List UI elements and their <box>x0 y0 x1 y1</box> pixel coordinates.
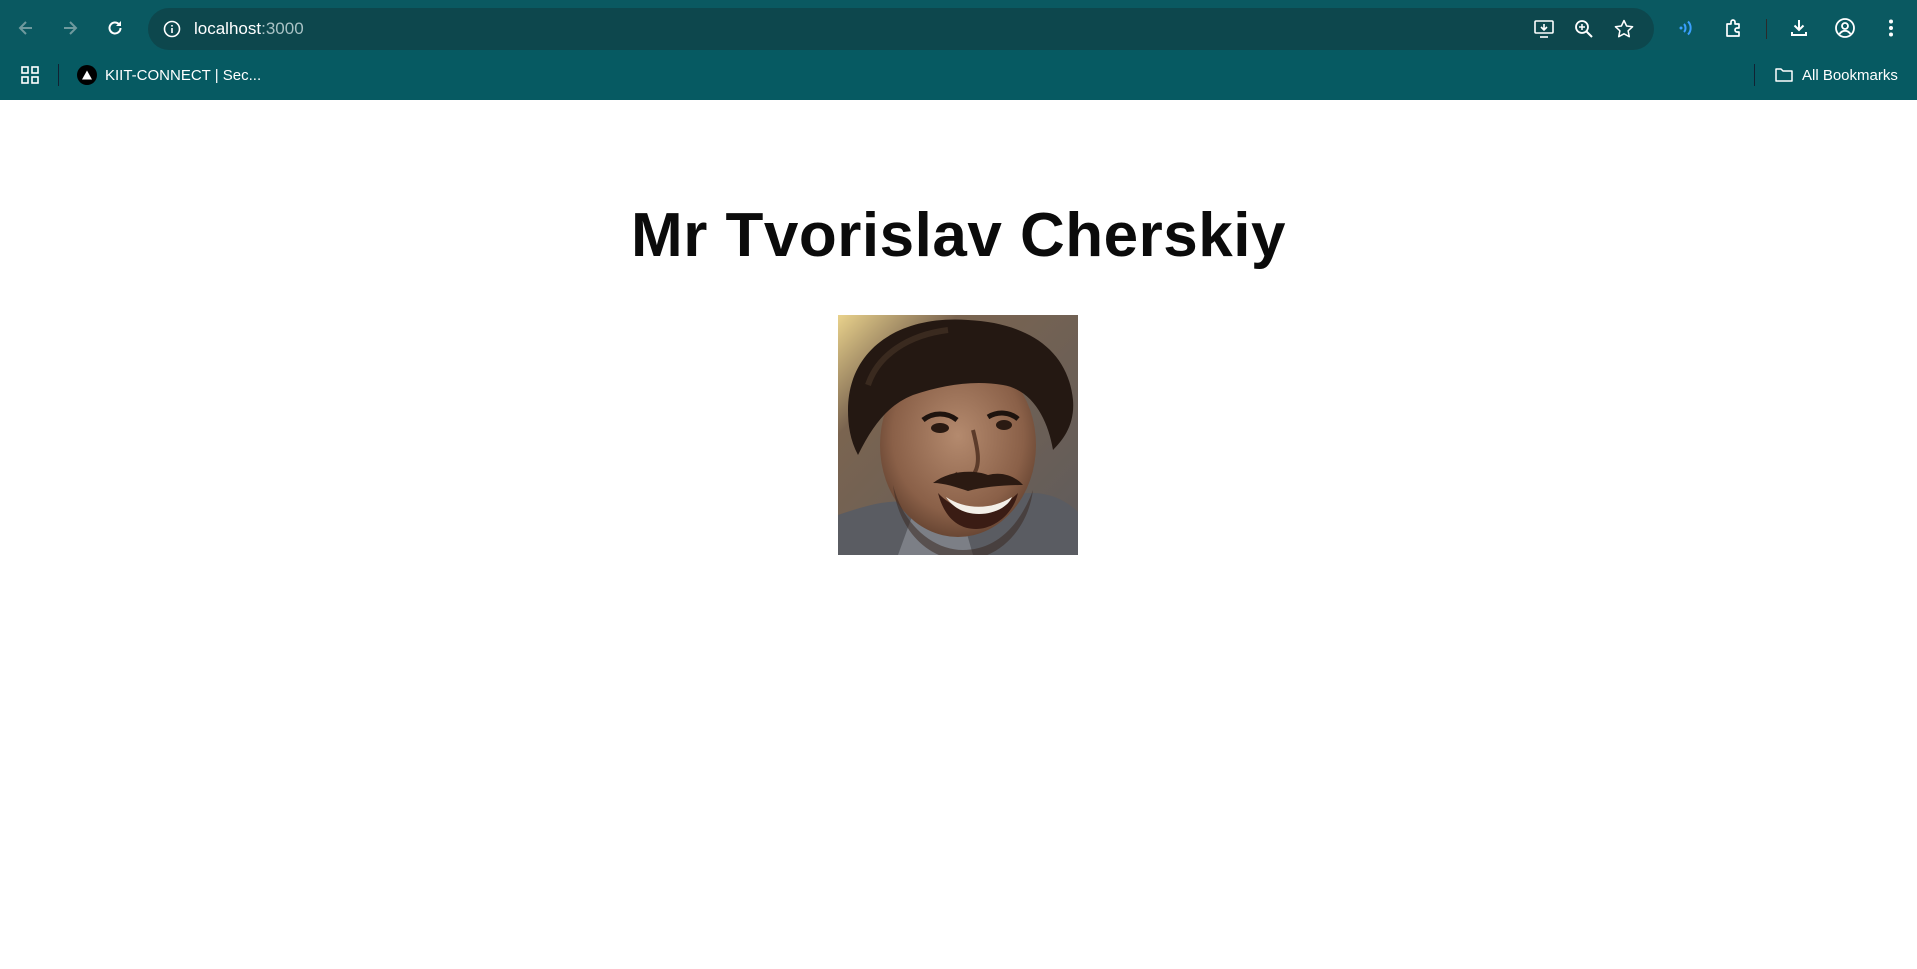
all-bookmarks-divider <box>1754 64 1755 86</box>
profile-icon <box>1835 18 1855 38</box>
install-app-button[interactable] <box>1530 15 1558 43</box>
avatar <box>838 315 1078 555</box>
install-monitor-icon <box>1534 20 1554 38</box>
profile-button[interactable] <box>1827 10 1863 46</box>
address-bar[interactable]: localhost:3000 <box>148 8 1654 50</box>
sound-wave-icon <box>1679 20 1692 36</box>
downloads-button[interactable] <box>1781 10 1817 46</box>
bookmarks-divider <box>58 64 59 86</box>
arrow-left-icon <box>18 21 32 35</box>
zoom-icon <box>1575 20 1593 38</box>
apps-grid-icon <box>21 66 39 84</box>
url-text[interactable]: localhost:3000 <box>194 19 304 39</box>
all-bookmarks-label: All Bookmarks <box>1802 66 1898 84</box>
more-vertical-icon <box>1889 19 1893 37</box>
arrow-right-icon <box>64 21 78 35</box>
bookmark-star-button[interactable] <box>1610 15 1638 43</box>
extensions-button[interactable] <box>1716 10 1752 46</box>
bookmarks-bar <box>0 50 1917 100</box>
all-bookmarks-button[interactable]: All Bookmarks <box>1774 62 1898 88</box>
zoom-button[interactable] <box>1570 15 1598 43</box>
back-button[interactable] <box>8 10 44 46</box>
url-port: :3000 <box>261 19 304 38</box>
menu-button[interactable] <box>1873 10 1909 46</box>
profile-photo <box>838 315 1078 555</box>
bookmark-kiit-connect[interactable]: KIIT-CONNECT | Sec... <box>77 62 261 88</box>
download-icon <box>1791 20 1807 36</box>
star-icon <box>1614 19 1634 38</box>
page-title: Mr Tvorislav Cherskiy <box>631 201 1286 270</box>
forward-button[interactable] <box>52 10 88 46</box>
toolbar-divider <box>1766 19 1767 39</box>
info-icon <box>163 20 181 38</box>
folder-icon <box>1775 68 1793 82</box>
url-host: localhost <box>194 19 262 38</box>
triangle-favicon-icon <box>77 65 97 85</box>
reload-icon <box>108 21 122 35</box>
reload-button[interactable] <box>97 10 133 46</box>
puzzle-icon <box>1726 19 1740 37</box>
bookmark-label: KIIT-CONNECT | Sec... <box>105 66 262 84</box>
read-aloud-button[interactable] <box>1670 10 1706 46</box>
apps-button[interactable] <box>12 57 48 93</box>
site-info-button[interactable] <box>156 13 188 45</box>
